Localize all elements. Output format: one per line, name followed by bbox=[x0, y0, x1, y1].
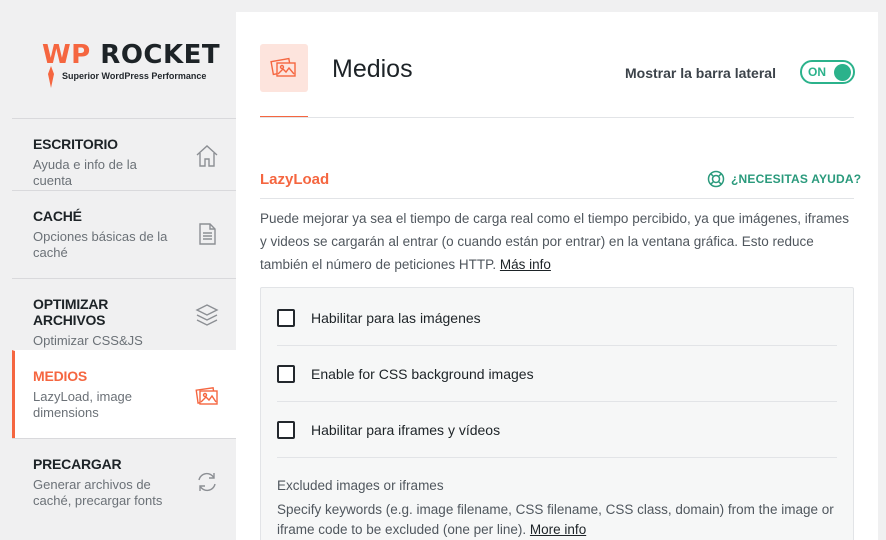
sidebar-item-desc: Ayuda e info de la cuenta bbox=[33, 157, 137, 188]
option-label: Enable for CSS background images bbox=[311, 365, 534, 382]
sidebar-nav: ESCRITORIO Ayuda e info de la cuenta CAC… bbox=[12, 118, 236, 526]
section-description: Puede mejorar ya sea el tiempo de carga … bbox=[260, 207, 854, 276]
option-label: Habilitar para las imágenes bbox=[311, 309, 481, 326]
option-label: Habilitar para iframes y vídeos bbox=[311, 421, 501, 438]
excluded-title: Excluded images or iframes bbox=[277, 478, 444, 493]
sidebar-item-title: MEDIOS bbox=[33, 368, 88, 384]
refresh-icon bbox=[198, 472, 216, 492]
section-description-text: Puede mejorar ya sea el tiempo de carga … bbox=[260, 211, 850, 272]
logo-rocket: ROCKET bbox=[100, 40, 221, 70]
toggle-knob bbox=[834, 64, 851, 81]
option-images[interactable]: Habilitar para las imágenes bbox=[277, 290, 837, 346]
document-icon bbox=[199, 223, 216, 245]
sidebar-item-precargar[interactable]: PRECARGAR Generar archivos de caché, pre… bbox=[12, 438, 236, 526]
sidebar-item-title: ESCRITORIO bbox=[33, 136, 118, 152]
flame-icon bbox=[48, 66, 54, 88]
option-iframes-videos[interactable]: Habilitar para iframes y vídeos bbox=[277, 402, 837, 458]
sidebar-item-escritorio[interactable]: ESCRITORIO Ayuda e info de la cuenta bbox=[12, 118, 236, 190]
sidebar-toggle-label: Mostrar la barra lateral bbox=[625, 65, 776, 81]
sidebar-item-title: PRECARGAR bbox=[33, 456, 122, 472]
section-title: LazyLoad bbox=[260, 171, 330, 188]
sidebar-item-medios[interactable]: MEDIOS LazyLoad, image dimensions bbox=[12, 350, 236, 438]
sidebar-toggle[interactable]: ON bbox=[800, 60, 855, 84]
logo-wordmark: WP ROCKET bbox=[42, 40, 220, 70]
option-css-background[interactable]: Enable for CSS background images bbox=[277, 346, 837, 402]
toggle-state: ON bbox=[808, 65, 826, 79]
sidebar-item-cache[interactable]: CACHÉ Opciones básicas de la caché bbox=[12, 190, 236, 278]
layers-icon bbox=[195, 304, 219, 326]
sidebar-item-optimizar-archivos[interactable]: OPTIMIZAR ARCHIVOS Optimizar CSS&JS bbox=[12, 278, 236, 350]
sidebar: WP ROCKET Superior WordPress Performance… bbox=[0, 0, 236, 540]
images-icon bbox=[270, 57, 296, 77]
lifebuoy-icon bbox=[707, 170, 725, 188]
header-divider bbox=[260, 117, 854, 118]
wp-rocket-logo[interactable]: WP ROCKET Superior WordPress Performance bbox=[42, 40, 220, 90]
lazyload-options: Habilitar para las imágenes Enable for C… bbox=[260, 287, 854, 540]
logo-tagline: Superior WordPress Performance bbox=[62, 71, 207, 81]
images-icon bbox=[195, 387, 218, 405]
more-info-link[interactable]: Más info bbox=[500, 257, 551, 272]
excluded-more-info-link[interactable]: More info bbox=[530, 522, 586, 537]
sidebar-item-desc: Optimizar CSS&JS bbox=[33, 333, 143, 348]
section-header-icon bbox=[260, 44, 308, 92]
page-title: Medios bbox=[332, 55, 413, 83]
help-link[interactable]: ¿NECESITAS AYUDA? bbox=[707, 170, 861, 188]
images-checkbox[interactable] bbox=[277, 308, 295, 327]
iframes-checkbox[interactable] bbox=[277, 420, 295, 439]
sidebar-item-title: OPTIMIZAR ARCHIVOS bbox=[33, 296, 109, 328]
section-divider bbox=[260, 198, 854, 199]
excluded-description: Specify keywords (e.g. image filename, C… bbox=[277, 500, 837, 540]
help-label: ¿NECESITAS AYUDA? bbox=[731, 172, 862, 186]
css-background-checkbox[interactable] bbox=[277, 364, 295, 383]
sidebar-item-desc: Generar archivos de caché, precargar fon… bbox=[33, 477, 163, 508]
sidebar-item-desc: LazyLoad, image dimensions bbox=[33, 389, 133, 420]
main-panel: Medios Mostrar la barra lateral ON LazyL… bbox=[236, 12, 878, 540]
sidebar-item-desc: Opciones básicas de la caché bbox=[33, 229, 168, 260]
home-icon bbox=[196, 145, 218, 167]
sidebar-item-title: CACHÉ bbox=[33, 208, 82, 224]
